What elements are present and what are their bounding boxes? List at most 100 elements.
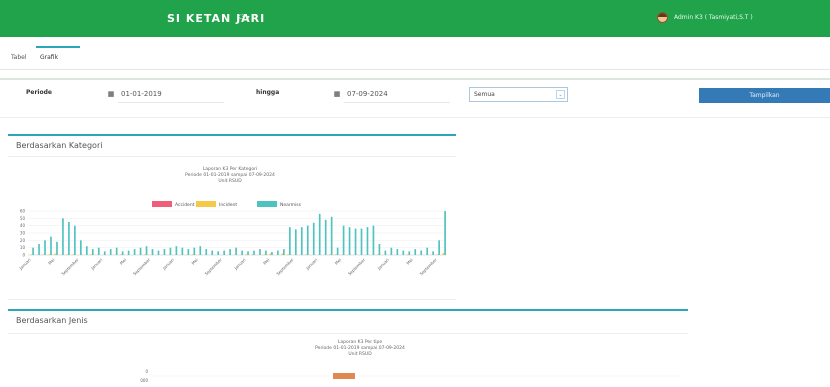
bar-nearmiss[interactable] bbox=[62, 218, 64, 255]
bar-nearmiss[interactable] bbox=[145, 246, 148, 255]
bar-nearmiss[interactable] bbox=[247, 251, 249, 255]
bar-nearmiss[interactable] bbox=[241, 250, 243, 255]
bar-incident[interactable] bbox=[329, 254, 331, 255]
bar-nearmiss[interactable] bbox=[253, 250, 255, 255]
bar-incident[interactable] bbox=[72, 254, 75, 255]
bar-nearmiss[interactable] bbox=[372, 225, 375, 255]
bar-incident[interactable] bbox=[335, 254, 337, 255]
bar-incident[interactable] bbox=[376, 254, 379, 255]
bar-nearmiss[interactable] bbox=[127, 250, 130, 255]
bar-nearmiss[interactable] bbox=[354, 228, 357, 255]
app-brand[interactable]: SI KETAN JARI bbox=[167, 12, 265, 25]
bar-nearmiss[interactable] bbox=[85, 246, 88, 255]
bar-nearmiss[interactable] bbox=[402, 250, 405, 255]
bar-nearmiss[interactable] bbox=[175, 246, 178, 255]
bar-nearmiss[interactable] bbox=[193, 247, 196, 255]
bar-nearmiss[interactable] bbox=[91, 249, 94, 255]
tampilkan-button[interactable]: Tampilkan bbox=[699, 88, 830, 103]
bar-incident[interactable] bbox=[305, 254, 307, 255]
bar-nearmiss[interactable] bbox=[109, 249, 112, 255]
bar-incident[interactable] bbox=[245, 254, 248, 255]
bar-nearmiss[interactable] bbox=[199, 246, 202, 255]
calendar-icon[interactable]: ▦ bbox=[104, 86, 118, 103]
bar-nearmiss[interactable] bbox=[80, 240, 82, 255]
bar-nearmiss[interactable] bbox=[324, 219, 327, 255]
bar-nearmiss[interactable] bbox=[271, 252, 273, 255]
bar-nearmiss[interactable] bbox=[97, 247, 100, 255]
bar-incident[interactable] bbox=[48, 254, 51, 255]
bar-nearmiss[interactable] bbox=[426, 247, 429, 255]
start-date-group[interactable]: ▦ 01-01-2019 bbox=[104, 86, 224, 103]
bar-nearmiss[interactable] bbox=[396, 249, 399, 255]
legend-swatch-accident[interactable] bbox=[152, 201, 172, 207]
bar-nearmiss[interactable] bbox=[318, 213, 321, 255]
bar-nearmiss[interactable] bbox=[133, 249, 136, 255]
bar-nearmiss[interactable] bbox=[121, 251, 124, 255]
bar-nearmiss[interactable] bbox=[378, 244, 381, 255]
bar-nearmiss[interactable] bbox=[38, 244, 40, 255]
bar-nearmiss[interactable] bbox=[277, 250, 279, 255]
bar-nearmiss[interactable] bbox=[181, 247, 184, 255]
bar-incident[interactable] bbox=[42, 254, 45, 255]
bar-nearmiss[interactable] bbox=[420, 250, 423, 255]
bar-nearmiss[interactable] bbox=[289, 227, 291, 255]
calendar-icon[interactable]: ▦ bbox=[330, 86, 344, 103]
bar-nearmiss[interactable] bbox=[414, 249, 417, 255]
bar-incident[interactable] bbox=[54, 253, 57, 255]
avatar[interactable] bbox=[657, 12, 668, 23]
bar-nearmiss[interactable] bbox=[235, 247, 237, 255]
bar-nearmiss[interactable] bbox=[217, 251, 220, 255]
bar-nearmiss[interactable] bbox=[44, 240, 46, 255]
bar-nearmiss[interactable] bbox=[163, 249, 166, 255]
legend-label-accident[interactable]: Accident bbox=[175, 202, 195, 208]
bar-nearmiss[interactable] bbox=[265, 250, 267, 255]
bar-nearmiss[interactable] bbox=[360, 228, 363, 255]
bar-nearmiss[interactable] bbox=[342, 225, 345, 255]
bar-nearmiss[interactable] bbox=[300, 227, 303, 255]
bar-nearmiss[interactable] bbox=[229, 249, 231, 255]
bar-nearmiss[interactable] bbox=[366, 227, 369, 255]
legend-swatch-incident[interactable] bbox=[196, 201, 216, 207]
bar-nearmiss[interactable] bbox=[115, 247, 118, 255]
bar-nearmiss[interactable] bbox=[103, 251, 106, 255]
bar-incident[interactable] bbox=[406, 254, 409, 255]
tab-grafik[interactable]: Grafik bbox=[40, 54, 58, 61]
bar-nearmiss[interactable] bbox=[306, 225, 309, 255]
legend-label-incident[interactable]: Incident bbox=[219, 202, 237, 208]
bar-nearmiss[interactable] bbox=[408, 251, 411, 255]
bar-nearmiss[interactable] bbox=[438, 240, 440, 255]
bar-nearmiss[interactable] bbox=[151, 249, 154, 255]
tab-tabel[interactable]: Tabel bbox=[11, 54, 27, 61]
bar-incident[interactable] bbox=[251, 254, 254, 255]
bar-nearmiss[interactable] bbox=[348, 227, 351, 255]
module-dropdown[interactable]: K3 ▾ bbox=[237, 14, 250, 21]
bar-incident[interactable] bbox=[144, 254, 146, 255]
chevron-down-icon[interactable]: ⌄ bbox=[556, 90, 565, 99]
bar-nearmiss[interactable] bbox=[187, 249, 190, 255]
bar-nearmiss[interactable] bbox=[32, 247, 34, 255]
bar-incident[interactable] bbox=[281, 253, 284, 255]
bar-nearmiss[interactable] bbox=[211, 250, 214, 255]
legend-label-nearmiss[interactable]: Nearmiss bbox=[280, 202, 302, 208]
bar-nearmiss[interactable] bbox=[312, 222, 315, 255]
bar-nearmiss[interactable] bbox=[169, 247, 172, 255]
user-name[interactable]: Admin K3 ( Tasmiyati,S.T ) bbox=[674, 14, 753, 21]
bar-nearmiss[interactable] bbox=[74, 225, 76, 255]
bar-nearmiss[interactable] bbox=[259, 249, 261, 255]
bar-nearmiss[interactable] bbox=[390, 247, 393, 255]
bar-nearmiss[interactable] bbox=[56, 241, 58, 255]
bar-nearmiss[interactable] bbox=[157, 250, 160, 255]
bar-incident[interactable] bbox=[120, 254, 122, 255]
bar-incident[interactable] bbox=[436, 254, 439, 255]
bar-incident[interactable] bbox=[191, 254, 194, 255]
bar-nearmiss[interactable] bbox=[294, 229, 297, 255]
bar-nearmiss[interactable] bbox=[283, 249, 285, 255]
bar-nearmiss[interactable] bbox=[50, 236, 52, 255]
bar-nearmiss[interactable] bbox=[384, 250, 387, 255]
legend-swatch-nearmiss[interactable] bbox=[257, 201, 277, 207]
bar-nearmiss[interactable] bbox=[336, 247, 339, 255]
bar-nearmiss[interactable] bbox=[330, 216, 333, 255]
start-date-input[interactable]: 01-01-2019 bbox=[118, 86, 224, 103]
bar-incident[interactable] bbox=[90, 254, 92, 255]
end-date-group[interactable]: ▦ 07-09-2024 bbox=[330, 86, 450, 103]
